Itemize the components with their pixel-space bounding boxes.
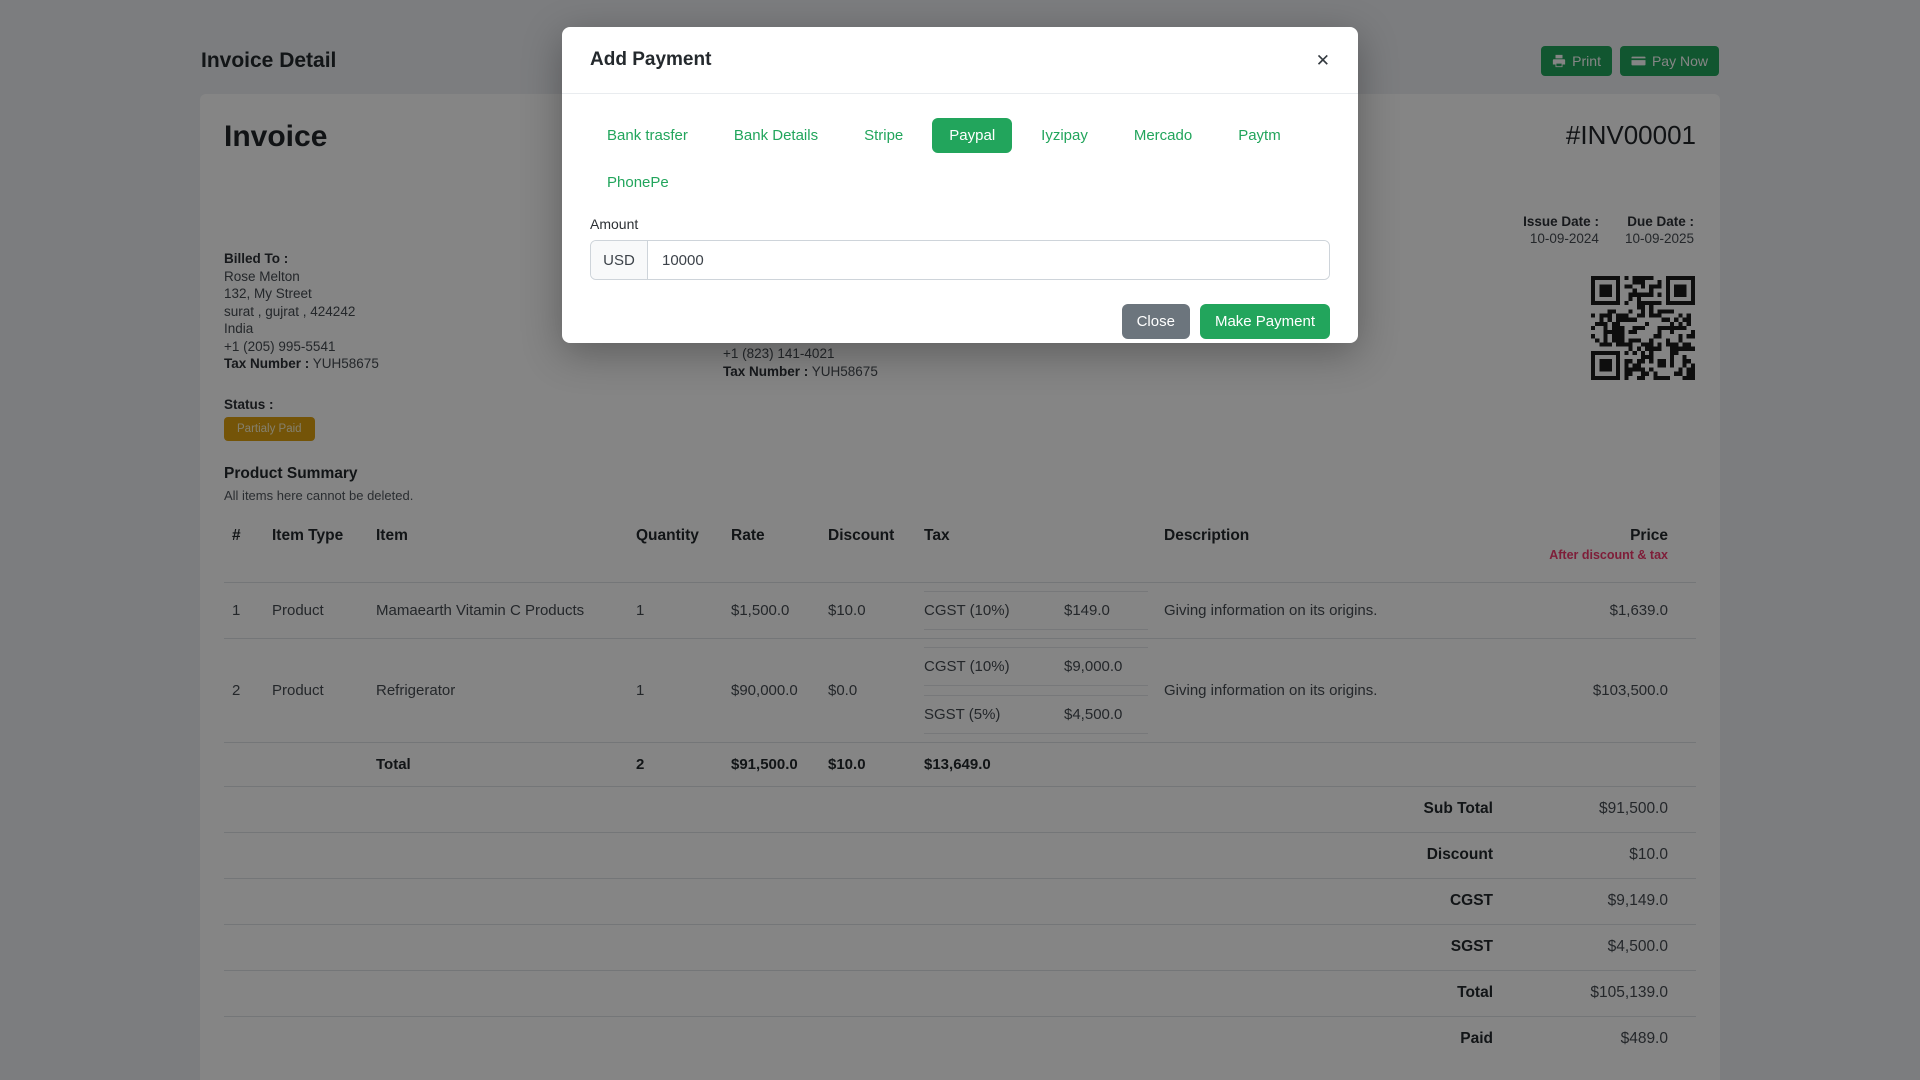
make-payment-button[interactable]: Make Payment — [1199, 304, 1330, 339]
tab-iyzipay[interactable]: Iyzipay — [1024, 118, 1105, 153]
amount-input-group: USD — [590, 240, 1330, 280]
modal-title: Add Payment — [590, 49, 712, 70]
tab-paypal[interactable]: Paypal — [932, 118, 1013, 153]
modal-body: Bank trasfer Bank Details Stripe Paypal … — [562, 94, 1358, 280]
currency-prefix: USD — [591, 241, 648, 279]
amount-label: Amount — [590, 216, 639, 232]
tab-bank-transfer[interactable]: Bank trasfer — [590, 118, 705, 153]
tab-mercado[interactable]: Mercado — [1117, 118, 1209, 153]
modal-footer: Close Make Payment — [562, 280, 1358, 367]
tab-stripe[interactable]: Stripe — [847, 118, 920, 153]
tab-bank-details[interactable]: Bank Details — [717, 118, 835, 153]
amount-input[interactable] — [648, 241, 1329, 279]
tab-phonepe[interactable]: PhonePe — [590, 165, 686, 200]
close-button[interactable]: Close — [1121, 304, 1190, 339]
modal-header: Add Payment ✕ — [562, 27, 1358, 94]
add-payment-modal: Add Payment ✕ Bank trasfer Bank Details … — [562, 27, 1358, 343]
payment-method-tabs: Bank trasfer Bank Details Stripe Paypal … — [590, 118, 1330, 200]
close-icon[interactable]: ✕ — [1316, 52, 1330, 69]
tab-paytm[interactable]: Paytm — [1221, 118, 1298, 153]
